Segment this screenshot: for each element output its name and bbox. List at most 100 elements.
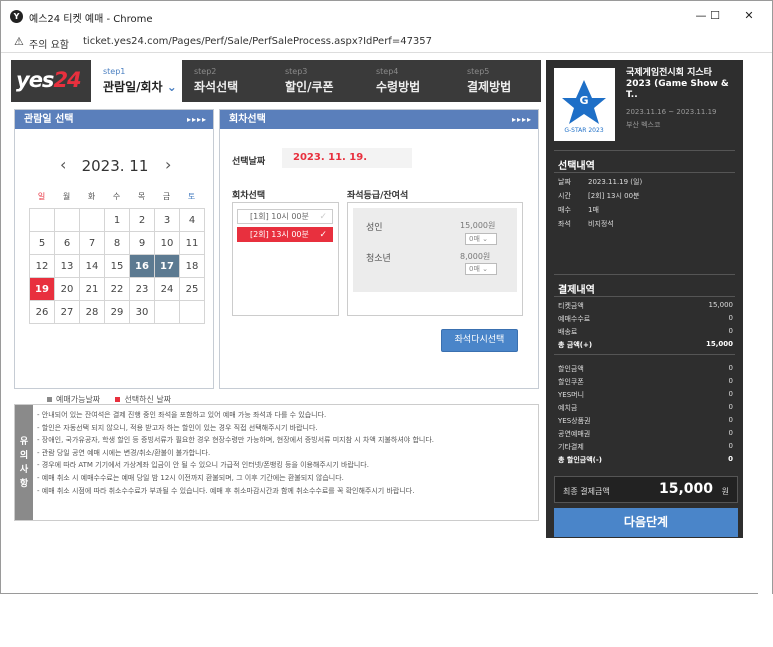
calendar-day: 15 bbox=[104, 254, 130, 278]
address-bar[interactable]: ⚠ 주의 요함 ticket.yes24.com/Pages/Perf/Sale… bbox=[1, 31, 772, 53]
calendar-day[interactable]: 19 bbox=[29, 277, 55, 301]
calendar-day: 10 bbox=[154, 231, 180, 255]
step-num: step2 bbox=[194, 67, 217, 76]
calendar-day: 7 bbox=[79, 231, 105, 255]
weekday-label: 목 bbox=[137, 192, 146, 201]
url-text[interactable]: ticket.yes24.com/Pages/Perf/Sale/PerfSal… bbox=[83, 36, 432, 47]
arrows-icon: ▸▸▸▸ bbox=[511, 115, 532, 124]
step-num: step1 bbox=[103, 67, 126, 76]
step-label: 할인/쿠폰 bbox=[285, 80, 334, 94]
calendar-month: 2023. 11 bbox=[81, 157, 149, 175]
gstar-logo-icon: G G-STAR 2023 bbox=[554, 68, 615, 141]
logo-yes: yes bbox=[16, 68, 54, 92]
calendar-week: 26 27 28 29 30 bbox=[29, 300, 205, 324]
calendar-week: 12 13 14 15 16 17 18 bbox=[29, 254, 205, 278]
quantity-select[interactable]: 0매 ⌄ bbox=[465, 233, 497, 245]
date-selection-panel: 관람일 선택 ▸▸▸▸ ‹ 2023. 11 › 일월화수목금토 12345678… bbox=[14, 109, 214, 404]
calendar-day[interactable]: 16 bbox=[129, 254, 155, 278]
panel-header: 관람일 선택 ▸▸▸▸ bbox=[15, 110, 213, 129]
page-content: yes24 step1 관람일/회차 ⌄ step2 좌석선택 step3 할인… bbox=[1, 54, 772, 647]
round-selection-panel: 회차선택 ▸▸▸▸ 선택날짜 2023. 11. 19. 회차선택 좌석등급/잔여… bbox=[219, 109, 539, 389]
weekday-label: 금 bbox=[162, 192, 171, 201]
calendar-day: 8 bbox=[104, 231, 130, 255]
round-item-1[interactable]: [1회] 10시 00분 ✓ bbox=[237, 209, 333, 224]
calendar-day: 25 bbox=[179, 277, 205, 301]
calendar-week: 5 6 7 8 9 10 11 bbox=[29, 231, 205, 255]
reselect-seat-button[interactable]: 좌석다시선택 bbox=[441, 329, 518, 352]
calendar-day: 6 bbox=[54, 231, 80, 255]
calendar-week: 1234 bbox=[29, 208, 205, 232]
step-label: 수령방법 bbox=[376, 80, 421, 94]
browser-window: Y 예스24 티켓 예매 - Chrome — ☐ ✕ ⚠ 주의 요함 tick… bbox=[0, 0, 773, 647]
legend-available: 예매가능날짜 bbox=[56, 395, 101, 404]
step-label: 좌석선택 bbox=[194, 80, 239, 94]
calendar-empty-cell bbox=[29, 208, 55, 232]
yes24-app-icon: Y bbox=[10, 10, 23, 23]
step-label: 결제방법 bbox=[467, 80, 512, 94]
step-4-tab: step4 수령방법 bbox=[364, 60, 455, 102]
notice-item: - 예매 취소 시 예매수수료는 예매 당일 밤 12시 이전까지 환불되며, … bbox=[37, 473, 344, 482]
yes24-logo[interactable]: yes24 bbox=[16, 68, 82, 92]
calendar-day: 30 bbox=[129, 300, 155, 324]
chevron-down-icon: ⌄ bbox=[482, 235, 489, 243]
warning-icon[interactable]: ⚠ bbox=[14, 35, 24, 48]
weekday-label: 토 bbox=[187, 192, 196, 201]
notice-tab: 유의사항 bbox=[15, 405, 33, 520]
grade-name: 성인 bbox=[366, 223, 383, 233]
step-1-tab[interactable]: step1 관람일/회차 ⌄ bbox=[91, 60, 182, 102]
calendar-empty-cell bbox=[179, 300, 205, 324]
order-summary-sidebar: G G-STAR 2023 국제게임전시회 지스타 2023 (Game Sho… bbox=[546, 60, 743, 538]
seat-grade-box: 성인 15,000원 0매 ⌄ 청소년 8,000원 0매 ⌄ bbox=[347, 202, 523, 316]
notice-box: 유의사항 - 안내되어 있는 잔여석은 결제 진행 중인 좌석을 포함하고 있어… bbox=[14, 404, 539, 521]
calendar-day: 13 bbox=[54, 254, 80, 278]
calendar-week: 19 20 21 22 23 24 25 bbox=[29, 277, 205, 301]
step-num: step5 bbox=[467, 67, 490, 76]
round-item-2[interactable]: [2회] 13시 00분 ✓ bbox=[237, 227, 333, 242]
event-poster: G G-STAR 2023 bbox=[554, 68, 615, 141]
legend-selected: 선택하신 날짜 bbox=[124, 395, 172, 404]
calendar-day: 20 bbox=[54, 277, 80, 301]
selection-title: 선택내역 bbox=[558, 161, 595, 172]
notice-item: - 안내되어 있는 잔여석은 결제 진행 중인 좌석을 포함하고 있어 예매 가… bbox=[37, 411, 327, 419]
weekday-label: 화 bbox=[87, 192, 96, 201]
next-step-button[interactable]: 다음단계 bbox=[554, 508, 738, 537]
seat-grade-label: 좌석등급/잔여석 bbox=[347, 191, 409, 201]
window-title: 예스24 티켓 예매 - Chrome bbox=[29, 14, 153, 25]
step-header: yes24 step1 관람일/회차 ⌄ step2 좌석선택 step3 할인… bbox=[11, 60, 541, 102]
arrows-icon: ▸▸▸▸ bbox=[186, 115, 207, 124]
notice-list: - 안내되어 있는 잔여석은 결제 진행 중인 좌석을 포함하고 있어 예매 가… bbox=[37, 409, 537, 497]
payment-title: 결제내역 bbox=[558, 285, 595, 296]
final-amount-box: 최종 결제금액 15,000 원 bbox=[554, 476, 738, 503]
next-month-button[interactable]: › bbox=[165, 155, 171, 174]
final-amount-value: 15,000 bbox=[658, 481, 713, 497]
calendar-grid: 1 2 3 4 5 6 7 8 9 10 11 12 13 14 15 16 17 18 19 20 21 22 23 24 2… bbox=[29, 208, 205, 324]
close-button[interactable]: ✕ bbox=[734, 5, 764, 27]
notice-item: - 할인은 자동선택 되지 않으니, 적용 받고자 하는 할인이 있는 경우 직… bbox=[37, 423, 318, 432]
notice-item: - 예매 취소 시점에 따라 취소수수료가 부과될 수 있습니다. 예매 후 취… bbox=[37, 486, 415, 495]
calendar-day: 27 bbox=[54, 300, 80, 324]
step-num: step4 bbox=[376, 67, 399, 76]
grade-name: 청소년 bbox=[366, 254, 391, 264]
event-date: 2023.11.16 ~ 2023.11.19 bbox=[626, 108, 717, 116]
maximize-button[interactable]: ☐ bbox=[700, 5, 730, 27]
selected-date-value: 2023. 11. 19. bbox=[282, 148, 412, 168]
grade-price: 8,000원 bbox=[460, 252, 491, 261]
check-icon: ✓ bbox=[319, 230, 327, 240]
divider bbox=[554, 150, 735, 151]
calendar-empty-cell bbox=[154, 300, 180, 324]
calendar-empty-cell bbox=[54, 208, 80, 232]
scrollbar[interactable] bbox=[758, 107, 772, 647]
notice-item: - 경우에 따라 ATM 기기에서 가상계좌 입금이 안 될 수 있으니 가급적… bbox=[37, 461, 369, 470]
quantity-select[interactable]: 0매 ⌄ bbox=[465, 263, 497, 275]
divider bbox=[554, 274, 735, 275]
step-label: 관람일/회차 ⌄ bbox=[103, 80, 177, 94]
calendar-empty-cell bbox=[79, 208, 105, 232]
calendar-day: 26 bbox=[29, 300, 55, 324]
seat-grade-list: 성인 15,000원 0매 ⌄ 청소년 8,000원 0매 ⌄ bbox=[353, 208, 517, 292]
round-label: 회차선택 bbox=[232, 191, 266, 201]
calendar-day: 18 bbox=[179, 254, 205, 278]
security-warning[interactable]: 주의 요함 bbox=[29, 36, 69, 51]
calendar-day: 29 bbox=[104, 300, 130, 324]
calendar-day[interactable]: 17 bbox=[154, 254, 180, 278]
event-venue: 부산 벡스코 bbox=[626, 121, 661, 129]
